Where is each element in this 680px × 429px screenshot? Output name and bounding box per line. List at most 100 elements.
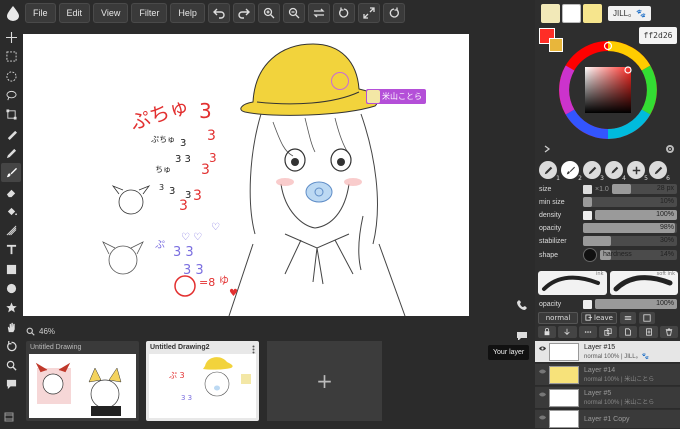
eye-icon[interactable]: [538, 391, 547, 398]
density-slider[interactable]: 100%: [595, 210, 677, 220]
rotate-button[interactable]: [332, 3, 355, 23]
shape-tool[interactable]: [1, 260, 21, 279]
filter-menu[interactable]: Filter: [131, 3, 168, 23]
reset-view-button[interactable]: [382, 3, 405, 23]
brush-preset-6[interactable]: 6: [649, 161, 670, 182]
drawing-card-2[interactable]: Untitled Drawing2 ぷ 3 3 3: [146, 341, 259, 421]
ellipse-tool[interactable]: [1, 279, 21, 298]
brush-preset-5[interactable]: 5: [627, 161, 648, 182]
fill-tool[interactable]: [1, 202, 21, 221]
zoom-out-button[interactable]: [282, 3, 305, 23]
zoom-in-button[interactable]: [257, 3, 280, 23]
svg-text:3: 3: [201, 162, 210, 178]
rotate-view-tool[interactable]: [1, 337, 21, 356]
drawing-canvas[interactable]: ぷちゅ 3 3 3 3 3 3 ぷちゅ 3 3 3 ちゅ 3 3 3 3 3 3…: [23, 34, 469, 316]
text-tool[interactable]: [1, 240, 21, 259]
flip-button[interactable]: [307, 3, 330, 23]
layer-opacity-control[interactable]: opacity 100%: [539, 298, 677, 310]
more-options-icon[interactable]: [252, 345, 255, 354]
size-multiplier[interactable]: ×1.0: [595, 186, 609, 193]
soft-ink-stroke-preview[interactable]: soft ink: [609, 271, 678, 295]
help-menu[interactable]: Help: [170, 3, 205, 23]
current-user-name[interactable]: JILL。🐾: [608, 5, 652, 21]
opacity-control[interactable]: opacity 98%: [539, 222, 677, 234]
layer-opacity-slider[interactable]: 100%: [595, 299, 677, 309]
pressure-toggle[interactable]: [583, 184, 592, 194]
ellipse-select-tool[interactable]: [1, 67, 21, 86]
merge-down-button[interactable]: [558, 326, 577, 338]
collaborator-avatar[interactable]: [541, 3, 560, 23]
opacity-slider[interactable]: 98%: [583, 223, 677, 233]
eye-icon[interactable]: [538, 414, 547, 421]
min-size-control[interactable]: min size 10%: [539, 196, 677, 208]
eyedropper-tool[interactable]: [1, 124, 21, 143]
view-menu[interactable]: View: [93, 3, 129, 23]
lasso-tool[interactable]: [1, 86, 21, 105]
brush-preset-2[interactable]: 2: [561, 161, 582, 182]
brush-size-control[interactable]: size ×1.0 28 px: [539, 183, 677, 195]
layer-opacity-toggle[interactable]: [583, 299, 592, 309]
min-size-slider[interactable]: 10%: [583, 197, 677, 207]
undo-button[interactable]: [207, 3, 230, 23]
app-logo-icon[interactable]: [4, 4, 22, 22]
filmstrip-icon[interactable]: [4, 412, 14, 422]
eye-icon[interactable]: [538, 345, 547, 352]
ink-stroke-preview[interactable]: ink: [538, 271, 607, 295]
brush-shape-preview[interactable]: [583, 248, 597, 262]
eye-icon[interactable]: [538, 368, 547, 375]
zoom-tool[interactable]: [1, 356, 21, 375]
canvas-area[interactable]: ぷちゅ 3 3 3 3 3 3 ぷちゅ 3 3 3 ちゅ 3 3 3 3 3 3…: [22, 26, 535, 341]
density-toggle[interactable]: [583, 210, 592, 220]
fit-screen-button[interactable]: [357, 3, 380, 23]
stabilizer-control[interactable]: stabilizer 30%: [539, 235, 677, 247]
shape-control[interactable]: shape hardness 14%: [539, 247, 677, 263]
move-tool[interactable]: [1, 28, 21, 47]
leave-button[interactable]: leave: [581, 311, 617, 324]
layer-list-button[interactable]: [620, 311, 636, 324]
duplicate-layer-button[interactable]: [598, 326, 618, 338]
color-wheel[interactable]: [558, 40, 658, 140]
merge-icon: [564, 328, 571, 335]
collaborator-avatar[interactable]: [562, 3, 581, 23]
drawing-card-1[interactable]: Untitled Drawing: [26, 341, 139, 421]
chevron-right-icon[interactable]: [543, 145, 551, 153]
comment-tool[interactable]: [1, 375, 21, 394]
copy-layer-button[interactable]: [619, 326, 638, 338]
gear-icon[interactable]: [665, 144, 675, 154]
brush-preset-1[interactable]: 1: [539, 161, 560, 182]
hardness-slider[interactable]: hardness 14%: [600, 250, 677, 260]
hand-tool[interactable]: [1, 317, 21, 336]
stabilizer-slider[interactable]: 30%: [583, 236, 677, 246]
new-drawing-button[interactable]: +: [267, 341, 382, 421]
file-menu[interactable]: File: [25, 3, 56, 23]
density-control[interactable]: density 100%: [539, 209, 677, 221]
text-icon: [6, 245, 16, 255]
ellipse-select-icon: [5, 71, 17, 82]
layer-item-5[interactable]: Layer #5 normal 100% | 米山ことら: [535, 387, 680, 409]
rect-select-tool[interactable]: [1, 47, 21, 66]
layer-item-14[interactable]: Layer #14 normal 100% | 米山ことら: [535, 364, 680, 386]
gradient-tool[interactable]: [1, 221, 21, 240]
size-slider[interactable]: 28 px: [611, 184, 677, 194]
star-icon: [5, 302, 17, 313]
star-tool[interactable]: [1, 298, 21, 317]
add-layer-button[interactable]: [639, 326, 658, 338]
brush-preset-4[interactable]: 4: [605, 161, 626, 182]
redo-button[interactable]: [232, 3, 255, 23]
eraser-tool[interactable]: [1, 182, 21, 201]
layer-view-button[interactable]: [639, 311, 655, 324]
brush-tool[interactable]: [1, 163, 21, 183]
delete-layer-button[interactable]: [659, 326, 678, 338]
collaborator-avatar[interactable]: [583, 3, 602, 23]
transform-tool[interactable]: [1, 105, 21, 124]
edit-menu[interactable]: Edit: [58, 3, 91, 23]
phone-icon[interactable]: [516, 299, 528, 311]
lock-layer-button[interactable]: [538, 326, 557, 338]
pen-tool[interactable]: [1, 144, 21, 163]
layer-item-1-copy[interactable]: Layer #1 Copy: [535, 410, 680, 429]
layer-more-button[interactable]: [578, 326, 597, 338]
blend-mode-select[interactable]: normal: [538, 311, 578, 324]
brush-preset-3[interactable]: 3: [583, 161, 604, 182]
layer-name: Layer #14: [584, 366, 616, 374]
layer-item-15[interactable]: Layer #15 normal 100% | JILL。🐾: [535, 341, 680, 363]
